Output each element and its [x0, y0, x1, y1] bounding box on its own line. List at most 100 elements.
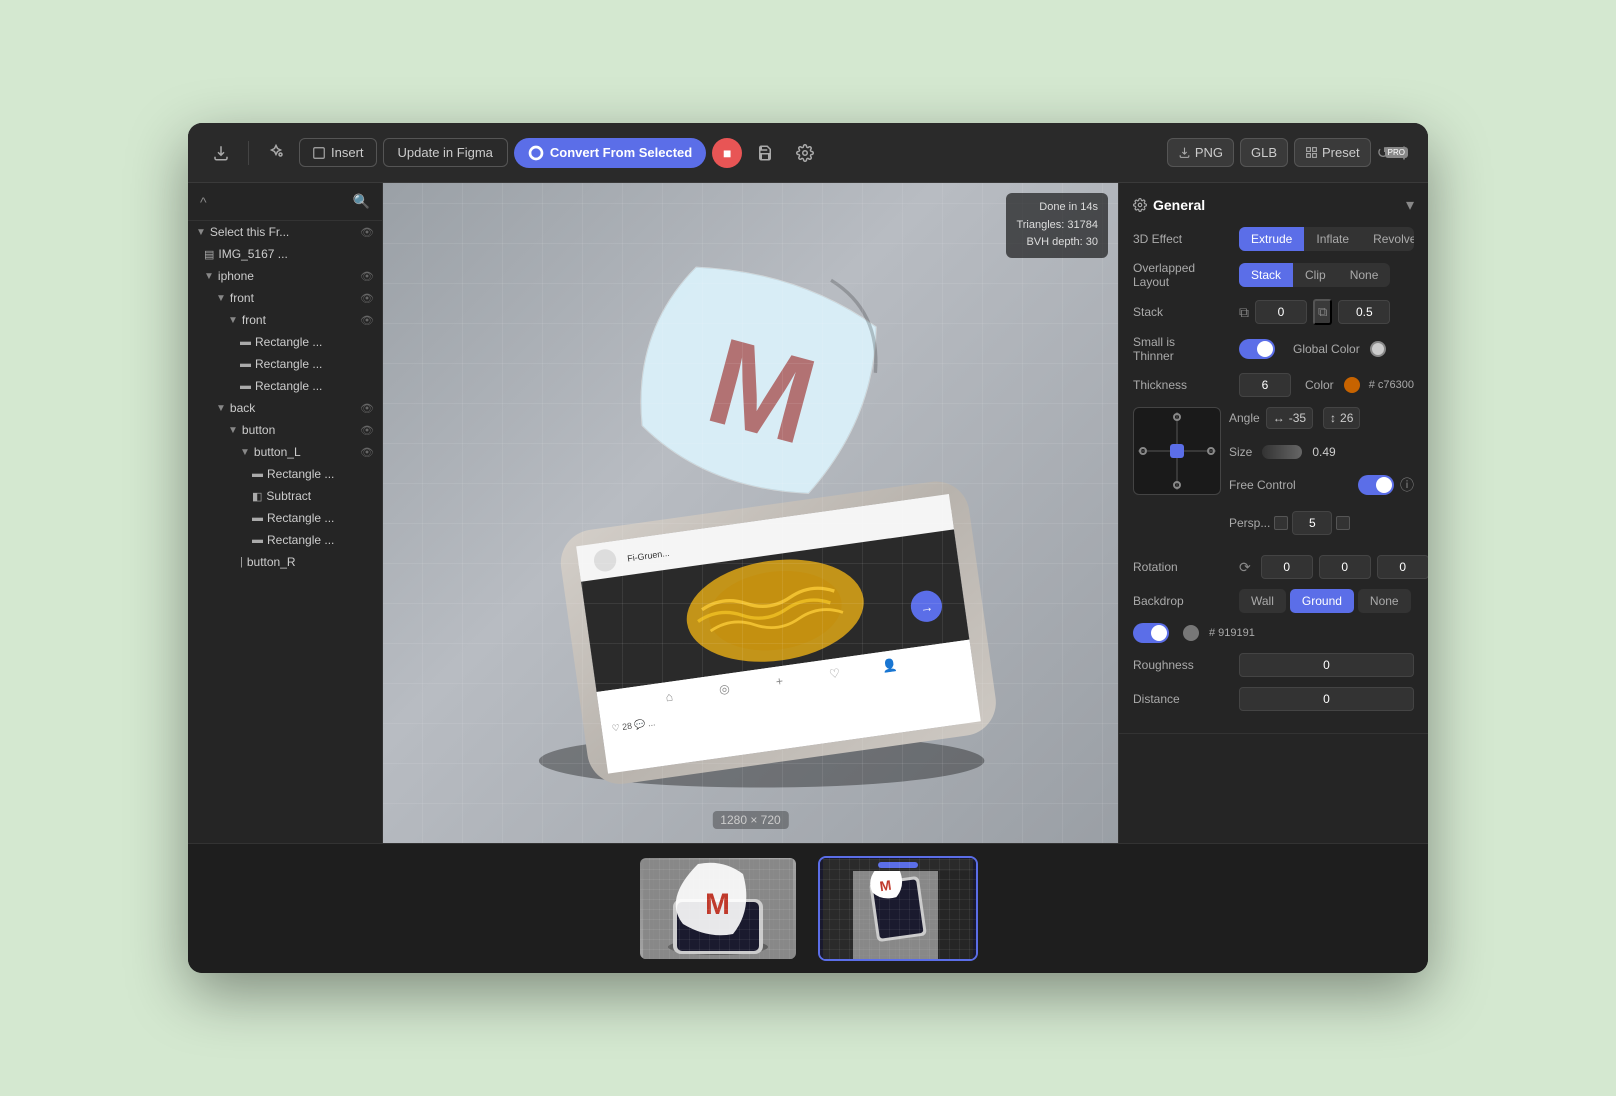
- svg-text:👤: 👤: [881, 657, 898, 674]
- rotation-y-input[interactable]: [1319, 555, 1371, 579]
- tree-item-select-frame[interactable]: ▼ Select this Fr... 👁: [188, 221, 382, 243]
- global-color-swatch[interactable]: [1370, 341, 1386, 357]
- visibility-icon: 👁: [360, 270, 374, 283]
- h-arrow-icon: ↔: [1273, 411, 1285, 425]
- backdrop-color-swatch[interactable]: [1183, 625, 1199, 641]
- overlapped-group: Stack Clip None: [1239, 263, 1390, 287]
- inflate-button[interactable]: Inflate: [1304, 227, 1361, 251]
- done-label: Done in 14s: [1016, 199, 1098, 217]
- svg-text:◎: ◎: [718, 681, 731, 696]
- 3d-angle-widget[interactable]: [1133, 407, 1221, 495]
- tree-item-button-r[interactable]: | button_R: [188, 551, 382, 573]
- tree-item-img[interactable]: ▤ IMG_5167 ...: [188, 243, 382, 265]
- stack-value2-input[interactable]: [1338, 300, 1390, 324]
- save-icon-btn[interactable]: [748, 138, 782, 168]
- free-control-info[interactable]: ⓘ: [1400, 475, 1414, 495]
- thumb-bg-2: M: [820, 858, 976, 959]
- none-button[interactable]: None: [1338, 263, 1391, 287]
- none-button[interactable]: None: [1358, 589, 1411, 613]
- tree-item-iphone[interactable]: ▼ iphone 👁: [188, 265, 382, 287]
- tree-item-front1[interactable]: ▼ front 👁: [188, 287, 382, 309]
- widget-center-handle[interactable]: [1170, 444, 1184, 458]
- update-figma-button[interactable]: Update in Figma: [383, 138, 508, 167]
- section-title: General: [1133, 197, 1205, 213]
- tree-item-rect4[interactable]: ▬ Rectangle ...: [188, 463, 382, 485]
- insert-button[interactable]: Insert: [299, 138, 377, 167]
- collapse-button[interactable]: ^: [200, 194, 207, 210]
- free-control-toggle[interactable]: [1358, 475, 1394, 495]
- top-bar: Insert Update in Figma Convert From Sele…: [188, 123, 1428, 183]
- viewport: Fi-Gruen... →: [383, 183, 1118, 843]
- visibility-icon: 👁: [360, 292, 374, 305]
- persp-checkbox-left[interactable]: [1274, 516, 1288, 530]
- tree-item-rect5[interactable]: ▬ Rectangle ...: [188, 507, 382, 529]
- arrow-icon: ▼: [216, 293, 226, 304]
- tree-item-subtract[interactable]: ◧ Subtract: [188, 485, 382, 507]
- ground-button[interactable]: Ground: [1290, 589, 1354, 613]
- panel-header: ^ 🔍: [188, 183, 382, 221]
- tree-item-rect3[interactable]: ▬ Rectangle ...: [188, 375, 382, 397]
- tree-item-label: button_R: [247, 555, 296, 569]
- angle-controls: Angle ↔ -35 ↕ 26 Size: [1229, 407, 1414, 545]
- rotation-x-input[interactable]: [1261, 555, 1313, 579]
- tree-item-back[interactable]: ▼ back 👁: [188, 397, 382, 419]
- png-button[interactable]: PNG: [1167, 138, 1234, 167]
- roughness-input[interactable]: [1239, 653, 1414, 677]
- angle-h-value: -35: [1289, 411, 1306, 425]
- preset-button[interactable]: Preset: [1294, 138, 1371, 167]
- download-icon-btn[interactable]: [204, 138, 238, 168]
- tree-item-rect2[interactable]: ▬ Rectangle ...: [188, 353, 382, 375]
- color-swatch[interactable]: [1344, 377, 1360, 393]
- revolve-button[interactable]: Revolve: [1361, 227, 1414, 251]
- visibility-icon: 👁: [360, 402, 374, 415]
- rotation-icon: ⟳: [1239, 559, 1251, 576]
- persp-checkbox-right[interactable]: [1336, 516, 1350, 530]
- free-control-label: Free Control: [1229, 478, 1296, 492]
- triangles-label: Triangles: 31784: [1016, 217, 1098, 235]
- stack-button[interactable]: Stack: [1239, 263, 1293, 287]
- size-slider-track[interactable]: [1262, 445, 1302, 459]
- roughness-row: Roughness: [1133, 653, 1414, 677]
- angle-v-value: 26: [1340, 411, 1353, 425]
- rect-icon: ▬: [252, 534, 263, 546]
- clip-button[interactable]: Clip: [1293, 263, 1338, 287]
- top-bar-left: Insert Update in Figma Convert From Sele…: [204, 138, 822, 168]
- magic-icon-btn[interactable]: [259, 138, 293, 168]
- rotation-z-input[interactable]: [1377, 555, 1428, 579]
- tree-item-button[interactable]: ▼ button 👁: [188, 419, 382, 441]
- thumbnail-2[interactable]: M: [818, 856, 978, 961]
- arrow-icon: ▼: [216, 403, 226, 414]
- tree-item-label: button: [242, 423, 275, 437]
- settings-icon-btn[interactable]: [788, 138, 822, 168]
- extrude-button[interactable]: Extrude: [1239, 227, 1304, 251]
- stack-value-input[interactable]: [1255, 300, 1307, 324]
- copy-button[interactable]: ⧉: [1313, 299, 1332, 325]
- arrow-icon: ▼: [228, 425, 238, 436]
- arrow-icon: ▼: [240, 447, 250, 458]
- tree-item-rect1[interactable]: ▬ Rectangle ...: [188, 331, 382, 353]
- render-info: Done in 14s Triangles: 31784 BVH depth: …: [1006, 193, 1108, 258]
- svg-text:♡ 28 💬 ...: ♡ 28 💬 ...: [611, 716, 656, 733]
- color-label: Color: [1305, 378, 1334, 392]
- widget-right-dot: [1207, 447, 1215, 455]
- thumbnail-1[interactable]: M: [638, 856, 798, 961]
- tree-item-label: Rectangle ...: [255, 357, 322, 371]
- thickness-input[interactable]: [1239, 373, 1291, 397]
- tree-item-button-l[interactable]: ▼ button_L 👁: [188, 441, 382, 463]
- wall-button[interactable]: Wall: [1239, 589, 1286, 613]
- thickness-label: Thickness: [1133, 378, 1233, 392]
- tree-item-rect6[interactable]: ▬ Rectangle ...: [188, 529, 382, 551]
- distance-input[interactable]: [1239, 687, 1414, 711]
- convert-button[interactable]: Convert From Selected: [514, 138, 706, 168]
- section-collapse-icon[interactable]: ▾: [1406, 195, 1414, 215]
- stop-button[interactable]: ■: [712, 138, 742, 168]
- app-window: Insert Update in Figma Convert From Sele…: [188, 123, 1428, 973]
- distance-label: Distance: [1133, 692, 1233, 706]
- perspective-input[interactable]: [1292, 511, 1332, 535]
- bottom-bar: M: [188, 843, 1428, 973]
- backdrop-toggle[interactable]: [1133, 623, 1169, 643]
- small-is-thinner-toggle[interactable]: [1239, 339, 1275, 359]
- glb-button[interactable]: GLB: [1240, 138, 1288, 167]
- tree-item-front2[interactable]: ▼ front 👁: [188, 309, 382, 331]
- search-button[interactable]: 🔍: [353, 193, 370, 210]
